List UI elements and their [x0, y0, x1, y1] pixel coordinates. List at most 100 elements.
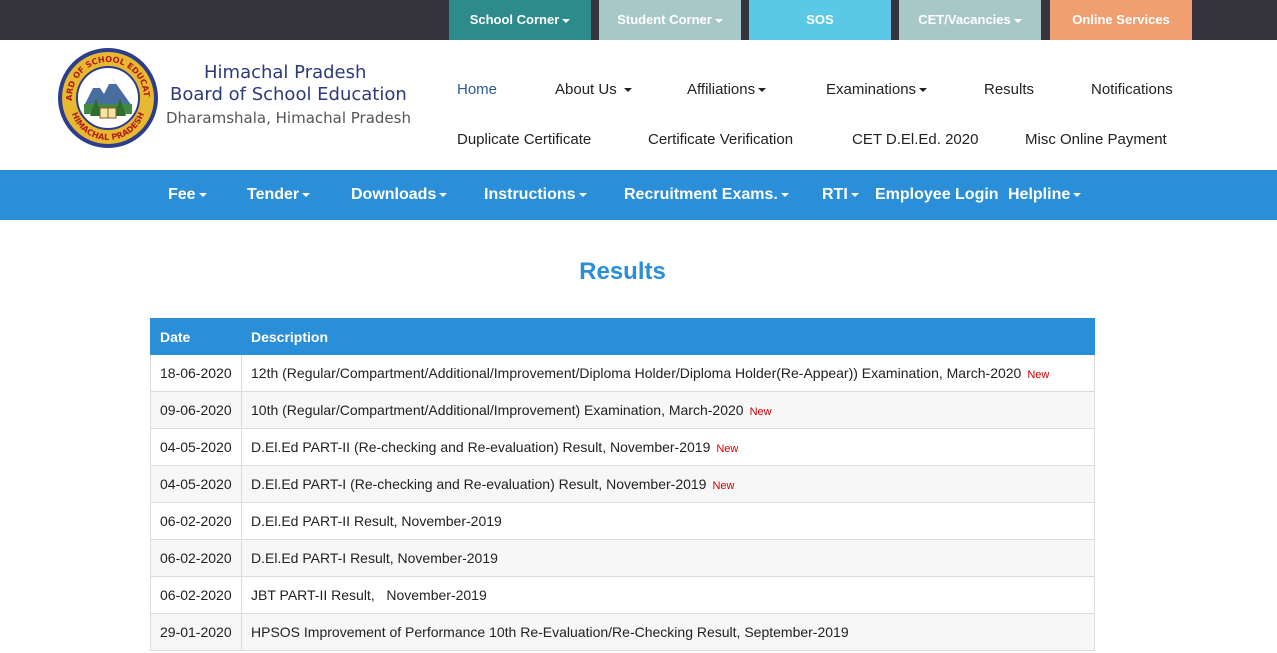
menu-helpline[interactable]: Helpline — [1008, 170, 1082, 220]
brand-line-1: Himachal Pradesh — [204, 62, 367, 83]
topbar-sos[interactable]: SOS — [749, 0, 891, 40]
table-header-row: Date Description — [150, 318, 1095, 355]
nav-label: Affiliations — [687, 81, 756, 98]
menu-label: Tender — [247, 186, 300, 203]
result-link[interactable]: HPSOS Improvement of Performance 10th Re… — [251, 624, 849, 640]
nav-label: CET D.El.Ed. 2020 — [852, 131, 979, 148]
result-link[interactable]: JBT PART-II Result, November-2019 — [251, 587, 487, 603]
topbar-label: Student Corner — [617, 12, 712, 27]
result-date: 06-02-2020 — [150, 502, 242, 540]
topbar-label: School Corner — [469, 12, 560, 27]
result-link[interactable]: D.El.Ed PART-I (Re-checking and Re-evalu… — [251, 476, 706, 492]
brand-line-2: Board of School Education — [170, 84, 407, 105]
menu-fee[interactable]: Fee — [168, 170, 207, 220]
nav-cet-deled-2020[interactable]: CET D.El.Ed. 2020 — [852, 131, 978, 148]
result-link[interactable]: D.El.Ed PART-I Result, November-2019 — [251, 550, 498, 566]
result-description-cell: HPSOS Improvement of Performance 10th Re… — [241, 613, 1095, 651]
topbar-label: Online Services — [1072, 12, 1170, 27]
menu-recruitment-exams[interactable]: Recruitment Exams. — [624, 170, 789, 220]
result-link[interactable]: 10th (Regular/Compartment/Additional/Imp… — [251, 402, 744, 418]
menu-label: Employee Login — [875, 186, 999, 203]
nav-affiliations[interactable]: Affiliations — [687, 81, 767, 98]
site-header — [0, 40, 1277, 170]
caret-down-icon — [1073, 192, 1082, 197]
topbar-online-services[interactable]: Online Services — [1050, 0, 1192, 40]
topbar-cet-vacancies[interactable]: CET/Vacancies — [899, 0, 1041, 40]
caret-down-icon — [780, 192, 789, 197]
nav-label: Home — [457, 81, 498, 98]
menu-label: Recruitment Exams. — [624, 186, 778, 203]
caret-down-icon — [562, 18, 571, 23]
menu-downloads[interactable]: Downloads — [351, 170, 448, 220]
nav-notifications[interactable]: Notifications — [1091, 81, 1173, 98]
page-title: Results — [579, 258, 666, 285]
table-row[interactable]: 29-01-2020 HPSOS Improvement of Performa… — [150, 613, 1095, 651]
nav-home[interactable]: Home — [457, 81, 497, 98]
nav-misc-online-payment[interactable]: Misc Online Payment — [1025, 131, 1167, 148]
caret-down-icon — [302, 192, 311, 197]
result-date: 06-02-2020 — [150, 539, 242, 577]
table-row[interactable]: 04-05-2020 D.El.Ed PART-I (Re-checking a… — [150, 465, 1095, 503]
topbar-student-corner[interactable]: Student Corner — [599, 0, 741, 40]
table-row[interactable]: 04-05-2020 D.El.Ed PART-II (Re-checking … — [150, 428, 1095, 466]
nav-label: Certificate Verification — [648, 131, 794, 148]
result-date: 04-05-2020 — [150, 428, 242, 466]
topbar-label: SOS — [806, 12, 834, 27]
nav-duplicate-certificate[interactable]: Duplicate Certificate — [457, 131, 591, 148]
new-badge: New — [1027, 369, 1050, 381]
result-link[interactable]: 12th (Regular/Compartment/Additional/Imp… — [251, 365, 1021, 381]
result-description-cell: D.El.Ed PART-II (Re-checking and Re-eval… — [241, 428, 1095, 466]
result-date: 29-01-2020 — [150, 613, 242, 651]
topbar-school-corner[interactable]: School Corner — [449, 0, 591, 40]
result-link[interactable]: D.El.Ed PART-II Result, November-2019 — [251, 513, 502, 529]
menu-employee-login[interactable]: Employee Login — [875, 170, 999, 220]
result-description-cell: 12th (Regular/Compartment/Additional/Imp… — [241, 354, 1095, 392]
result-description-cell: D.El.Ed PART-II Result, November-2019 — [241, 502, 1095, 540]
nav-results[interactable]: Results — [984, 81, 1034, 98]
table-row[interactable]: 06-02-2020 JBT PART-II Result, November-… — [150, 576, 1095, 614]
secondary-menu-bar: Fee Tender Downloads Instructions Recrui… — [0, 170, 1277, 220]
brand-line-3: Dharamshala, Himachal Pradesh — [166, 109, 411, 127]
caret-down-icon — [1013, 18, 1022, 23]
table-row[interactable]: 09-06-2020 10th (Regular/Compartment/Add… — [150, 391, 1095, 429]
caret-down-icon — [758, 88, 767, 93]
result-date: 06-02-2020 — [150, 576, 242, 614]
menu-instructions[interactable]: Instructions — [484, 170, 587, 220]
results-table: Date Description 18-06-2020 12th (Regula… — [150, 318, 1095, 651]
result-description-cell: D.El.Ed PART-I (Re-checking and Re-evalu… — [241, 465, 1095, 503]
caret-down-icon — [623, 88, 632, 93]
menu-tender[interactable]: Tender — [247, 170, 311, 220]
menu-label: Helpline — [1008, 186, 1071, 203]
new-badge: New — [712, 480, 735, 492]
nav-examinations[interactable]: Examinations — [826, 81, 928, 98]
table-row[interactable]: 18-06-2020 12th (Regular/Compartment/Add… — [150, 354, 1095, 392]
nav-certificate-verification[interactable]: Certificate Verification — [648, 131, 793, 148]
new-badge: New — [749, 406, 772, 418]
menu-label: Downloads — [351, 186, 437, 203]
result-date: 18-06-2020 — [150, 354, 242, 392]
nav-label: About Us — [555, 81, 617, 98]
table-row[interactable]: 06-02-2020 D.El.Ed PART-II Result, Novem… — [150, 502, 1095, 540]
result-description-cell: JBT PART-II Result, November-2019 — [241, 576, 1095, 614]
nav-label: Results — [984, 81, 1035, 98]
result-description-cell: 10th (Regular/Compartment/Additional/Imp… — [241, 391, 1095, 429]
column-header-description: Description — [241, 318, 1095, 355]
caret-down-icon — [198, 192, 207, 197]
caret-down-icon — [919, 88, 928, 93]
menu-label: RTI — [822, 186, 848, 203]
topbar-label: CET/Vacancies — [918, 12, 1011, 27]
board-logo[interactable]: BOARD OF SCHOOL EDUCATION HIMACHAL PRADE… — [56, 46, 160, 150]
menu-rti[interactable]: RTI — [822, 170, 859, 220]
caret-down-icon — [850, 192, 859, 197]
nav-label: Duplicate Certificate — [457, 131, 592, 148]
result-date: 04-05-2020 — [150, 465, 242, 503]
nav-label: Examinations — [826, 81, 917, 98]
table-row[interactable]: 06-02-2020 D.El.Ed PART-I Result, Novemb… — [150, 539, 1095, 577]
result-date: 09-06-2020 — [150, 391, 242, 429]
menu-label: Fee — [168, 186, 196, 203]
column-header-date: Date — [150, 318, 242, 355]
nav-about-us[interactable]: About Us — [555, 81, 632, 98]
new-badge: New — [716, 443, 739, 455]
result-link[interactable]: D.El.Ed PART-II (Re-checking and Re-eval… — [251, 439, 710, 455]
caret-down-icon — [439, 192, 448, 197]
